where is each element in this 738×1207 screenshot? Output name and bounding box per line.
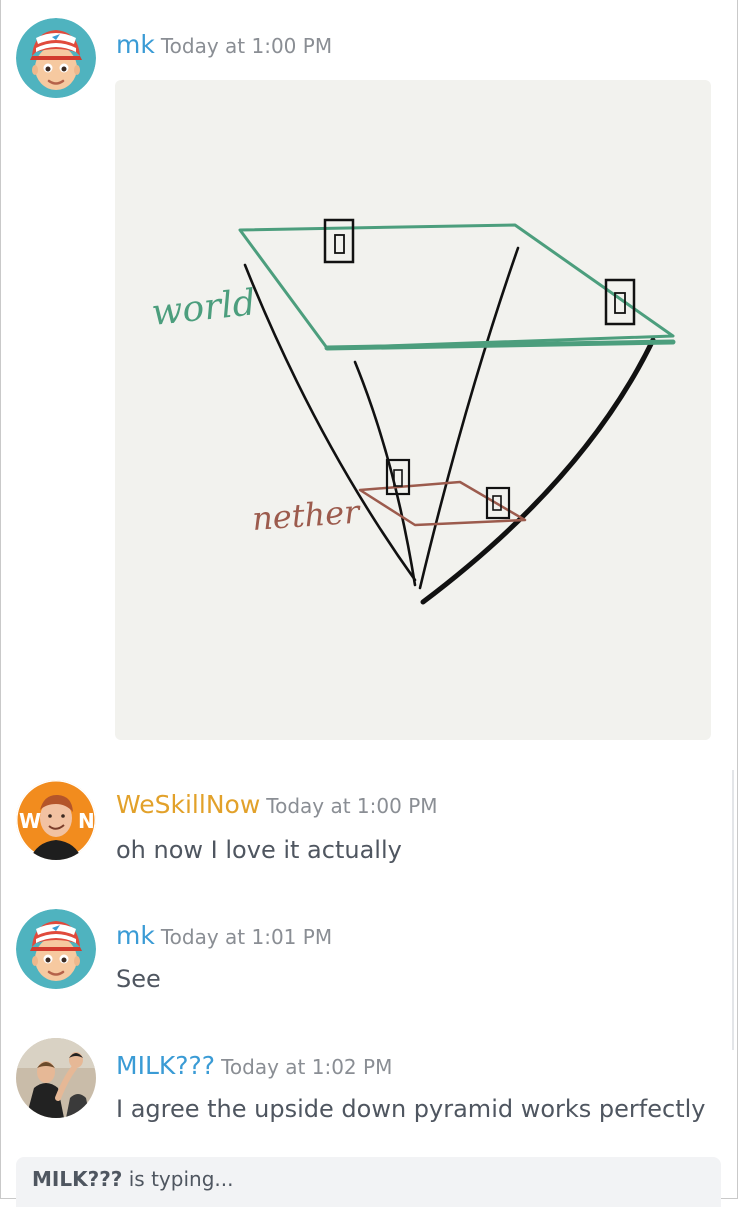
message-header: MILK??? Today at 1:02 PM — [116, 1051, 392, 1080]
typing-suffix: is typing... — [122, 1167, 234, 1191]
message-text: See — [116, 965, 161, 993]
message-header: mk Today at 1:01 PM — [116, 921, 332, 950]
svg-text:W: W — [19, 809, 41, 833]
username[interactable]: WeSkillNow — [116, 790, 260, 819]
scrollbar[interactable] — [732, 770, 734, 1050]
label-nether: nether — [251, 492, 362, 538]
message-text: oh now I love it actually — [116, 836, 402, 864]
typing-text: MILK??? is typing... — [32, 1167, 233, 1191]
timestamp[interactable]: Today at 1:02 PM — [221, 1055, 392, 1079]
message-header: WeSkillNow Today at 1:00 PM — [116, 790, 438, 819]
svg-text:N: N — [78, 809, 95, 833]
photo-avatar — [16, 1038, 96, 1118]
image-attachment[interactable]: world nether — [115, 80, 711, 740]
avatar-weskillnow[interactable]: W N — [16, 780, 96, 860]
message-text: I agree the upside down pyramid works pe… — [116, 1095, 706, 1123]
pyramid-sketch: world nether — [150, 218, 676, 605]
label-world: world — [150, 282, 258, 334]
timestamp[interactable]: Today at 1:00 PM — [161, 34, 332, 58]
username[interactable]: mk — [116, 30, 155, 59]
cartoon-boy-cap-icon — [16, 909, 96, 989]
username[interactable]: mk — [116, 921, 155, 950]
username[interactable]: MILK??? — [116, 1051, 215, 1080]
typing-user: MILK??? — [32, 1167, 123, 1191]
cartoon-boy-cap-icon — [16, 18, 96, 98]
timestamp[interactable]: Today at 1:01 PM — [161, 925, 332, 949]
timestamp[interactable]: Today at 1:00 PM — [266, 794, 437, 818]
avatar-mk[interactable] — [16, 18, 96, 98]
photo-avatar: W N — [16, 780, 96, 860]
message-header: mk Today at 1:00 PM — [116, 30, 332, 59]
avatar-milk[interactable] — [16, 1038, 96, 1118]
avatar-mk[interactable] — [16, 909, 96, 989]
